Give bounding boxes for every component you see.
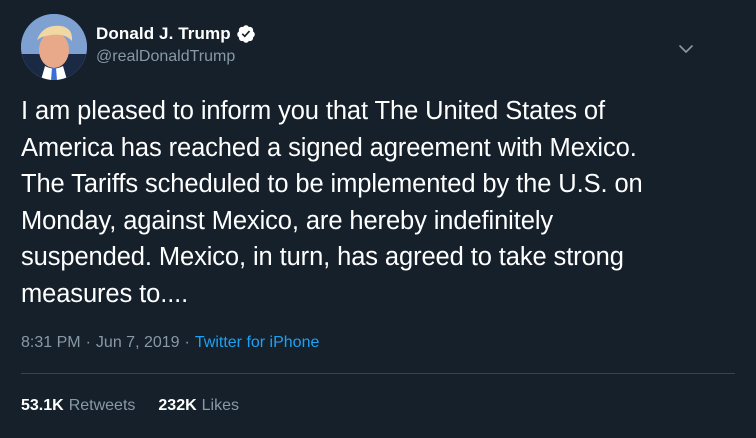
author-names: Donald J. Trump @realDonaldTrump	[96, 23, 256, 66]
likes-label: Likes	[201, 397, 240, 414]
verified-badge-icon	[236, 24, 256, 44]
retweets-label: Retweets	[68, 397, 136, 414]
tweet-time[interactable]: 8:31 PM	[21, 334, 81, 352]
meta-separator: ·	[184, 334, 190, 351]
likes-stat[interactable]: 232K Likes	[158, 397, 239, 415]
avatar-image	[21, 14, 87, 80]
tweet-date[interactable]: Jun 7, 2019	[96, 334, 180, 352]
display-name-row: Donald J. Trump	[96, 23, 256, 45]
chevron-down-icon[interactable]	[677, 40, 695, 58]
author-handle[interactable]: @realDonaldTrump	[96, 48, 256, 66]
retweets-count: 53.1K	[21, 397, 64, 414]
meta-separator: ·	[85, 334, 91, 351]
tweet-header: Donald J. Trump @realDonaldTrump	[21, 14, 721, 80]
avatar[interactable]	[21, 14, 87, 80]
display-name[interactable]: Donald J. Trump	[96, 24, 231, 44]
tweet-text: I am pleased to inform you that The Unit…	[21, 97, 643, 308]
likes-count: 232K	[158, 397, 197, 414]
retweets-stat[interactable]: 53.1K Retweets	[21, 397, 135, 415]
divider	[21, 373, 735, 374]
tweet-card: Donald J. Trump @realDonaldTrump I am pl…	[0, 0, 756, 438]
tweet-meta: 8:31 PM · Jun 7, 2019 · Twitter for iPho…	[21, 334, 319, 352]
tweet-stats: 53.1K Retweets 232K Likes	[21, 397, 239, 415]
tweet-source-link[interactable]: Twitter for iPhone	[195, 334, 320, 352]
